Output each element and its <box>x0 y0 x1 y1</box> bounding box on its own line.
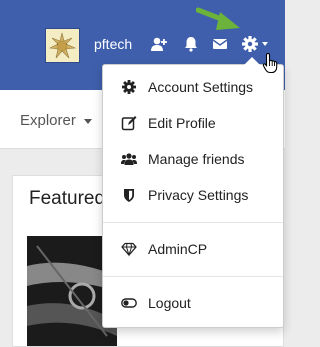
menu-item-account-settings[interactable]: Account Settings <box>103 72 283 102</box>
toggle-icon <box>121 295 137 311</box>
menu-item-label: Privacy Settings <box>148 187 249 203</box>
gear-icon <box>121 79 137 95</box>
menu-item-privacy-settings[interactable]: Privacy Settings <box>103 180 283 210</box>
menu-item-label: Account Settings <box>148 79 254 95</box>
menu-divider <box>103 222 283 223</box>
menu-item-label: Logout <box>148 295 191 311</box>
menu-item-label: AdminCP <box>148 241 208 257</box>
edit-icon <box>121 115 137 131</box>
menu-item-manage-friends[interactable]: Manage friends <box>103 144 283 174</box>
avatar[interactable] <box>45 28 80 63</box>
pointer-arrow-annotation <box>196 7 240 30</box>
username-label[interactable]: pftech <box>94 36 132 52</box>
dropdown-caret <box>244 57 260 65</box>
menu-item-edit-profile[interactable]: Edit Profile <box>103 108 283 138</box>
menu-item-label: Edit Profile <box>148 115 216 131</box>
settings-menu-toggle[interactable] <box>241 34 271 54</box>
explorer-menu[interactable]: Explorer <box>20 112 92 129</box>
explorer-label: Explorer <box>20 112 76 129</box>
menu-item-logout[interactable]: Logout <box>103 288 283 318</box>
envelope-icon[interactable] <box>211 35 229 53</box>
shield-icon <box>121 187 137 203</box>
add-friend-icon[interactable] <box>150 35 168 53</box>
bell-icon[interactable] <box>182 35 200 53</box>
menu-item-label: Manage friends <box>148 151 245 167</box>
settings-dropdown-menu: Account Settings Edit Profile Manage fri… <box>102 57 284 328</box>
menu-divider <box>103 276 283 277</box>
featured-title: Featured <box>29 188 106 209</box>
menu-item-admincp[interactable]: AdminCP <box>103 234 283 264</box>
chevron-down-icon <box>83 118 92 124</box>
hand-cursor-icon <box>262 52 278 74</box>
users-icon <box>121 151 137 167</box>
diamond-icon <box>121 241 137 257</box>
